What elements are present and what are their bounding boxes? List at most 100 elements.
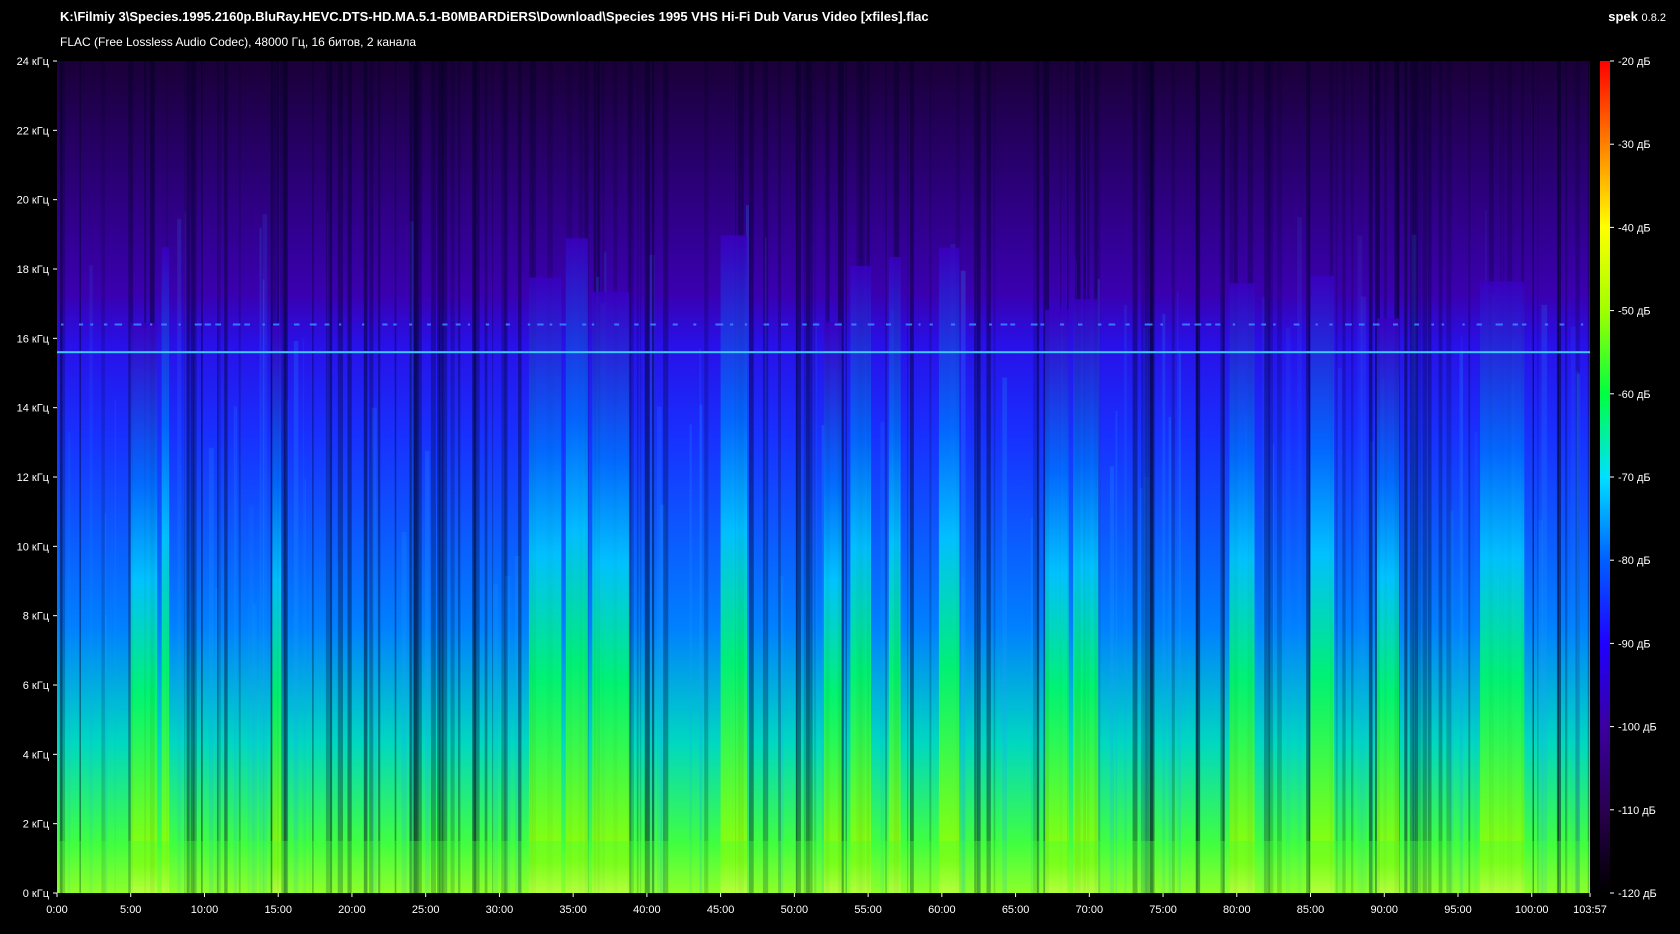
x-tick-label: 80:00 xyxy=(1223,904,1251,916)
loud-segment xyxy=(272,326,282,894)
dotted-tone-mark xyxy=(582,323,587,326)
texture-stripe xyxy=(473,61,480,893)
dotted-tone-mark xyxy=(969,323,976,326)
dotted-tone-mark xyxy=(1414,323,1420,326)
texture-stripe xyxy=(765,237,767,893)
spectrogram-chart: 0:00 5:00 10:00 15:00 20:00 25:00 30:00 35:00 40… xyxy=(17,56,1657,916)
texture-stripe xyxy=(1033,61,1038,893)
dotted-tone-mark xyxy=(744,323,748,326)
dotted-tone-mark xyxy=(559,323,567,326)
dotted-tone-mark xyxy=(244,323,250,326)
x-tick-label: 5:00 xyxy=(120,904,141,916)
dotted-tone-mark xyxy=(989,323,992,326)
texture-stripe xyxy=(409,61,412,893)
texture-stripe xyxy=(778,61,781,893)
texture-stripe xyxy=(1109,466,1114,893)
texture-stripe xyxy=(1285,327,1291,894)
dotted-tone-mark xyxy=(1512,323,1518,326)
dotted-tone-mark xyxy=(1000,323,1008,326)
texture-stripe xyxy=(114,400,116,893)
texture-stripe xyxy=(1277,61,1282,893)
dotted-tone-mark xyxy=(1393,323,1398,326)
dotted-tone-mark xyxy=(730,323,734,326)
texture-stripe xyxy=(394,61,397,893)
texture-stripe xyxy=(960,270,966,893)
dotted-tone-mark xyxy=(527,323,531,326)
texture-stripe xyxy=(270,61,273,893)
y-tick-label: 6 кГц xyxy=(23,680,50,692)
x-tick-label: 75:00 xyxy=(1149,904,1177,916)
y-tick-label: 12 кГц xyxy=(17,472,50,484)
colorbar-tick-label: -100 дБ xyxy=(1618,722,1657,734)
texture-stripe xyxy=(190,61,193,893)
x-tick-label: 50:00 xyxy=(781,904,809,916)
loud-segment xyxy=(1480,281,1525,893)
texture-stripe xyxy=(233,406,238,893)
loud-segment xyxy=(1045,309,1069,893)
time-axis: 0:00 5:00 10:00 15:00 20:00 25:00 30:00 35:00 40… xyxy=(46,893,1607,916)
dotted-tone-mark xyxy=(781,323,789,326)
dotted-tone-mark xyxy=(1261,323,1266,326)
texture-stripe xyxy=(1571,326,1576,894)
texture-stripe xyxy=(1195,61,1201,893)
spectrogram-plot xyxy=(57,61,1590,894)
texture-stripe xyxy=(1427,61,1432,893)
texture-stripe xyxy=(186,61,190,893)
texture-stripe xyxy=(1537,61,1539,893)
dotted-tone-mark xyxy=(802,323,807,326)
texture-stripe xyxy=(208,447,214,893)
dotted-tone-mark xyxy=(161,323,167,326)
texture-stripe xyxy=(492,61,494,893)
x-tick-label: 60:00 xyxy=(928,904,956,916)
texture-stripe xyxy=(89,264,93,893)
texture-stripe xyxy=(815,322,817,893)
dotted-tone-mark xyxy=(232,323,241,326)
y-tick-label: 0 кГц xyxy=(23,888,50,900)
x-tick-label: 25:00 xyxy=(412,904,440,916)
dotted-tone-mark xyxy=(1040,323,1045,326)
loud-segment xyxy=(528,277,562,894)
texture-stripe xyxy=(1557,61,1559,893)
texture-stripe xyxy=(347,61,352,893)
colorbar-gradient xyxy=(1600,61,1610,893)
dotted-tone-mark xyxy=(1273,323,1276,326)
colorbar-tick-label: -70 дБ xyxy=(1618,472,1651,484)
dotted-tone-mark xyxy=(614,323,620,326)
x-tick-label: 35:00 xyxy=(559,904,587,916)
texture-stripe xyxy=(845,61,847,893)
dotted-tone-mark xyxy=(929,323,933,326)
loud-segment xyxy=(1310,276,1335,893)
texture-stripe xyxy=(1115,411,1118,893)
dotted-tone-mark xyxy=(362,323,365,326)
dotted-tone-mark xyxy=(382,323,388,326)
texture-stripe xyxy=(67,432,71,893)
dotted-tone-mark xyxy=(918,323,921,326)
texture-stripe xyxy=(262,279,265,893)
dotted-tone-mark xyxy=(455,323,461,326)
loud-segment xyxy=(1376,318,1399,893)
texture-stripe xyxy=(1565,61,1568,893)
dotted-tone-mark xyxy=(1544,323,1549,326)
dotted-tone-mark xyxy=(763,323,770,326)
texture-stripe xyxy=(636,61,639,893)
dotted-tone-mark xyxy=(1205,323,1212,326)
dotted-tone-mark xyxy=(1431,323,1434,326)
x-tick-label: 40:00 xyxy=(633,904,661,916)
texture-stripe xyxy=(337,61,343,893)
colorbar-tick-label: -20 дБ xyxy=(1618,56,1651,68)
texture-stripe xyxy=(1404,61,1408,893)
dotted-tone-mark xyxy=(1293,323,1300,326)
texture-stripe xyxy=(1556,61,1561,893)
y-tick-label: 18 кГц xyxy=(17,264,50,276)
x-tick-label: 45:00 xyxy=(707,904,735,916)
dotted-tone-mark xyxy=(867,323,875,326)
texture-stripe xyxy=(518,61,522,893)
dotted-tone-mark xyxy=(650,323,656,326)
dotted-tone-mark xyxy=(215,323,222,326)
dotted-tone-mark xyxy=(1144,323,1153,326)
texture-stripe xyxy=(442,61,448,893)
texture-stripe xyxy=(1335,61,1338,893)
dotted-tone-mark xyxy=(1232,323,1236,326)
x-tick-label: 100:00 xyxy=(1515,904,1549,916)
x-tick-label: 70:00 xyxy=(1076,904,1104,916)
